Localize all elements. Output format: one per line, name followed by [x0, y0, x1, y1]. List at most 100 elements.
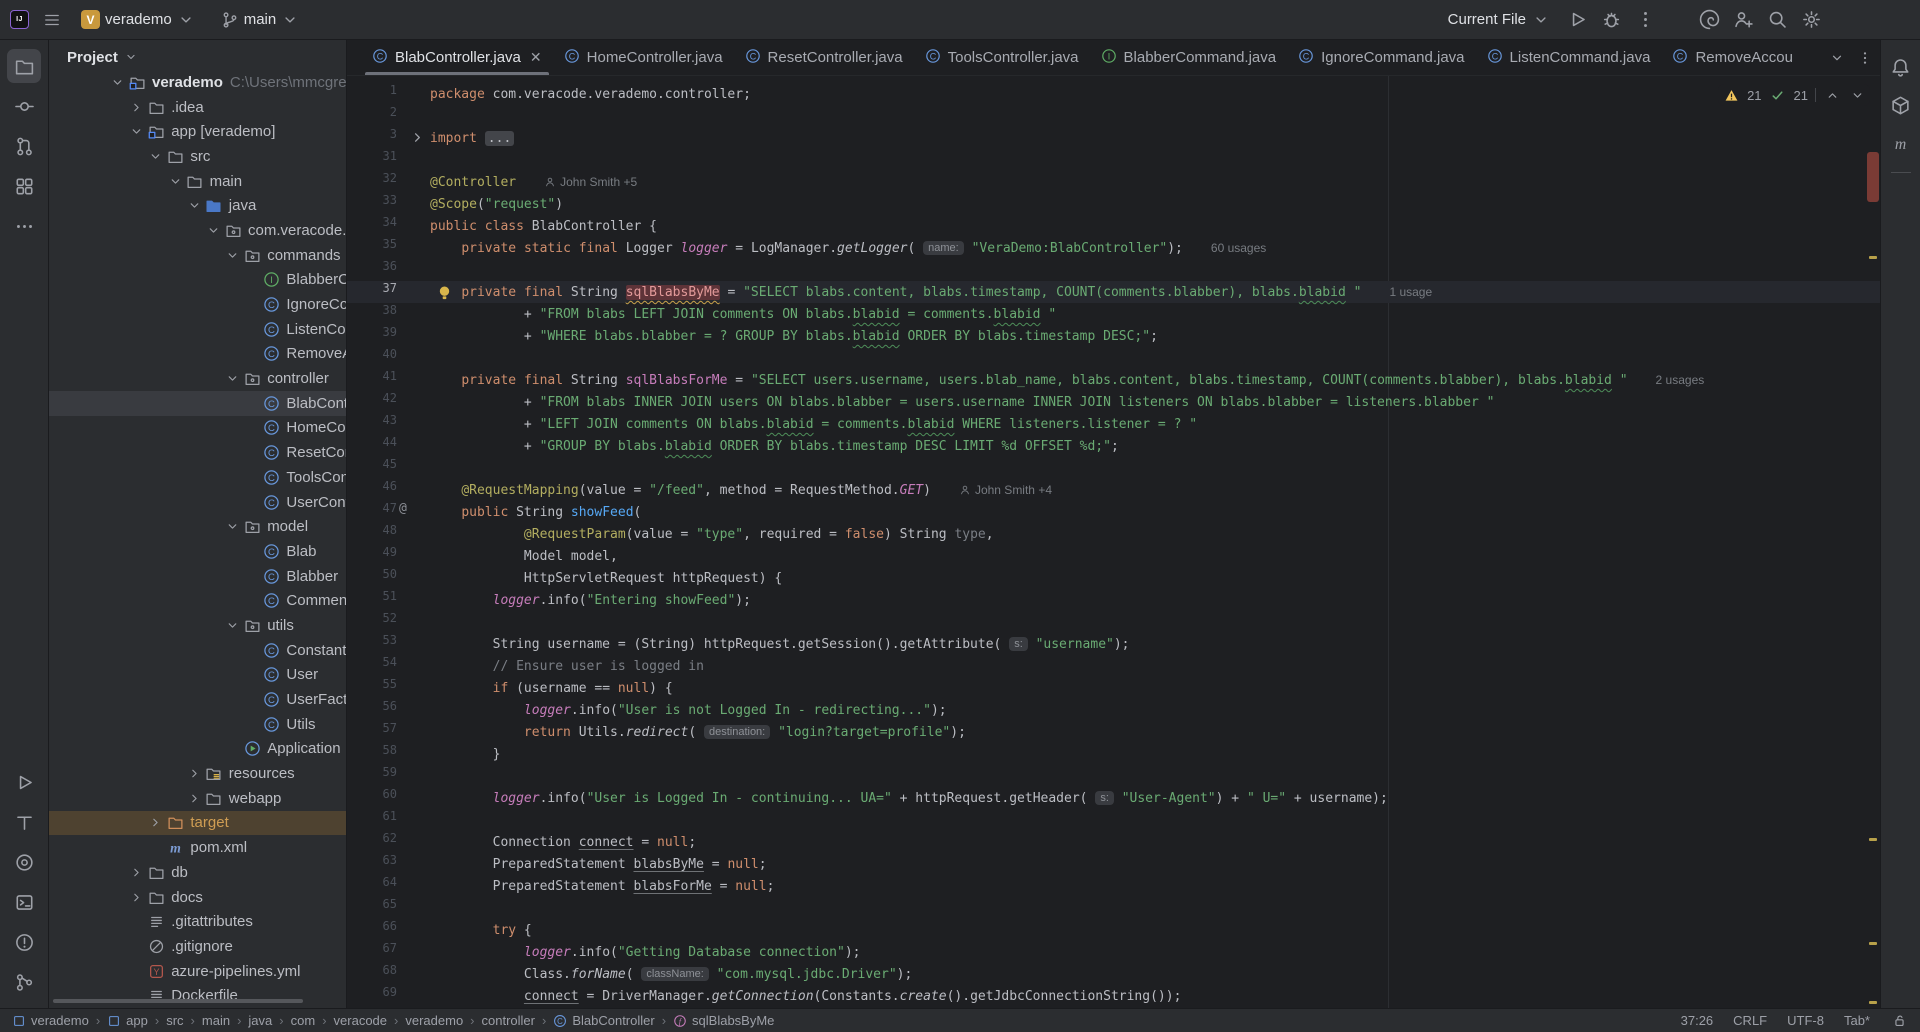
tree-item[interactable]: .gitattributes: [49, 909, 346, 934]
tool-stripe-commit[interactable]: [7, 89, 41, 123]
tree-item[interactable]: C RemoveAccountCom: [49, 342, 346, 367]
chevron-down-icon[interactable]: [185, 198, 204, 213]
chevron-down-icon[interactable]: [127, 124, 146, 139]
tree-item[interactable]: C IgnoreCommand: [49, 292, 346, 317]
ai-assistant-icon[interactable]: [1694, 5, 1724, 35]
breadcrumb-item[interactable]: app: [107, 1013, 148, 1028]
breadcrumb-item[interactable]: veracode: [334, 1013, 387, 1028]
warning-mark[interactable]: [1869, 942, 1877, 945]
tree-horizontal-scrollbar[interactable]: [53, 999, 303, 1003]
tree-item[interactable]: C Blabber: [49, 564, 346, 589]
status-widget[interactable]: 37:26: [1681, 1013, 1714, 1028]
tree-item[interactable]: C Utils: [49, 712, 346, 737]
window-close-button[interactable]: [1886, 11, 1910, 29]
tree-item[interactable]: utils: [49, 613, 346, 638]
tree-item[interactable]: target: [49, 811, 346, 836]
settings-icon[interactable]: [1796, 5, 1826, 35]
tree-item[interactable]: webapp: [49, 786, 346, 811]
tree-item[interactable]: C Blab: [49, 539, 346, 564]
breadcrumb-item[interactable]: java: [248, 1013, 272, 1028]
tree-item[interactable]: .idea: [49, 95, 346, 120]
tree-item[interactable]: main: [49, 169, 346, 194]
tree-item[interactable]: java: [49, 193, 346, 218]
chevron-right-icon[interactable]: [185, 791, 204, 806]
author-hint[interactable]: John Smith +4: [959, 483, 1052, 497]
tool-stripe-pull-request[interactable]: [7, 129, 41, 163]
chevron-down-icon[interactable]: [223, 371, 242, 386]
tree-item[interactable]: I BlabberCommand: [49, 268, 346, 293]
usages-hint[interactable]: 1 usage: [1389, 285, 1432, 299]
tree-item[interactable]: model: [49, 514, 346, 539]
editor-tab[interactable]: C HomeController.java: [553, 40, 734, 75]
debug-button[interactable]: [1596, 5, 1626, 35]
tree-item[interactable]: com.veracode.verademo: [49, 218, 346, 243]
tree-item[interactable]: C Constants: [49, 638, 346, 663]
chevron-right-icon[interactable]: [146, 815, 165, 830]
window-restore-button[interactable]: [1858, 11, 1882, 29]
editor-tab[interactable]: C ResetController.java: [734, 40, 914, 75]
editor-tab[interactable]: C ListenCommand.java: [1476, 40, 1662, 75]
breadcrumb-item[interactable]: com: [291, 1013, 316, 1028]
status-widget[interactable]: CRLF: [1733, 1013, 1767, 1028]
tool-stripe-more[interactable]: [7, 209, 41, 243]
more-actions-icon[interactable]: [1630, 5, 1660, 35]
tool-stripe-version-control[interactable]: [7, 965, 41, 999]
chevron-down-icon[interactable]: [108, 75, 127, 90]
next-problem-icon[interactable]: [1848, 86, 1866, 104]
editor-tab[interactable]: I BlabberCommand.java: [1090, 40, 1288, 75]
breadcrumb-item[interactable]: verademo: [12, 1013, 89, 1028]
usages-hint[interactable]: 2 usages: [1656, 373, 1705, 387]
tree-item[interactable]: Y azure-pipelines.yml: [49, 959, 346, 984]
tool-stripe-structure[interactable]: [7, 169, 41, 203]
tool-stripe-todo[interactable]: [7, 805, 41, 839]
chevron-right-icon[interactable]: [127, 100, 146, 115]
hidden-tabs-icon[interactable]: [1828, 49, 1846, 67]
chevron-down-icon[interactable]: [223, 519, 242, 534]
breadcrumb-item[interactable]: fsqlBlabsByMe: [673, 1013, 774, 1028]
fold-arrow-icon[interactable]: [409, 129, 426, 146]
chevron-right-icon[interactable]: [127, 865, 146, 880]
tool-stripe-project[interactable]: [7, 49, 41, 83]
warning-mark[interactable]: [1869, 1001, 1877, 1004]
inspections-widget[interactable]: 21 21: [1718, 84, 1870, 106]
tree-item[interactable]: C UserController: [49, 490, 346, 515]
intention-bulb-icon[interactable]: [436, 284, 453, 301]
tree-item[interactable]: controller: [49, 366, 346, 391]
tree-item[interactable]: commands: [49, 243, 346, 268]
lock-icon[interactable]: [1890, 1012, 1908, 1030]
tab-options-icon[interactable]: [1856, 49, 1874, 67]
breadcrumb-item[interactable]: src: [166, 1013, 183, 1028]
usages-hint[interactable]: 60 usages: [1211, 241, 1266, 255]
search-everywhere-icon[interactable]: [1762, 5, 1792, 35]
tree-item[interactable]: C BlabController: [49, 391, 346, 416]
tree-item[interactable]: src: [49, 144, 346, 169]
close-icon[interactable]: ✕: [530, 49, 542, 66]
chevron-down-icon[interactable]: [166, 174, 185, 189]
tool-stripe-bell[interactable]: [1886, 52, 1916, 82]
breadcrumb-item[interactable]: main: [202, 1013, 230, 1028]
mapping-gutter-icon[interactable]: @: [399, 501, 416, 518]
project-panel-header[interactable]: Project: [49, 40, 346, 74]
tree-item[interactable]: C HomeController: [49, 416, 346, 441]
tree-item[interactable]: app [verademo]: [49, 119, 346, 144]
tool-stripe-maven[interactable]: m: [1886, 128, 1916, 158]
tree-item[interactable]: C ListenCommand: [49, 317, 346, 342]
tree-item[interactable]: .gitignore: [49, 934, 346, 959]
chevron-down-icon[interactable]: [204, 223, 223, 238]
scrollbar-thumb[interactable]: [1867, 152, 1879, 202]
breadcrumb-item[interactable]: CBlabController: [553, 1013, 654, 1028]
author-hint[interactable]: John Smith +5: [544, 175, 637, 189]
breadcrumb-item[interactable]: verademo: [405, 1013, 463, 1028]
error-stripe[interactable]: [1866, 76, 1880, 1008]
warning-mark[interactable]: [1869, 838, 1877, 841]
tool-stripe-dependencies[interactable]: [1886, 90, 1916, 120]
chevron-down-icon[interactable]: [146, 149, 165, 164]
run-configuration-selector[interactable]: Current File: [1440, 7, 1558, 33]
branch-selector[interactable]: main: [215, 7, 306, 33]
breadcrumb-item[interactable]: controller: [482, 1013, 535, 1028]
main-menu-icon[interactable]: [43, 11, 61, 29]
tree-item[interactable]: resources: [49, 761, 346, 786]
code-viewport[interactable]: 1 package com.veracode.verademo.controll…: [347, 76, 1880, 1008]
tool-stripe-terminal[interactable]: [7, 885, 41, 919]
tree-item[interactable]: Dockerfile: [49, 983, 346, 1008]
